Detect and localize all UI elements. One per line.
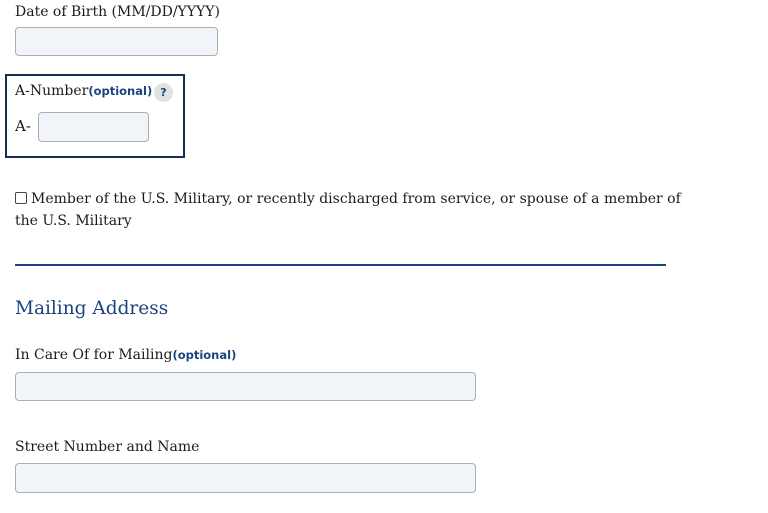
dob-input[interactable] <box>15 27 218 56</box>
a-number-label: A-Number(optional) <box>15 82 152 100</box>
a-number-input[interactable] <box>38 112 149 142</box>
in-care-of-label-text: In Care Of for Mailing <box>15 347 173 363</box>
in-care-of-input[interactable] <box>15 372 476 401</box>
mailing-address-heading: Mailing Address <box>15 298 169 319</box>
help-icon[interactable]: ? <box>154 83 173 102</box>
military-label-text: Member of the U.S. Military, or recently… <box>15 191 681 229</box>
a-number-prefix: A- <box>15 117 31 135</box>
street-input[interactable] <box>15 463 476 493</box>
in-care-of-optional-tag: (optional) <box>172 348 237 362</box>
military-label[interactable]: Member of the U.S. Military, or recently… <box>15 188 695 232</box>
in-care-of-label: In Care Of for Mailing(optional) <box>15 346 236 364</box>
a-number-label-text: A-Number <box>15 83 89 99</box>
dob-label-text: Date of Birth (MM/DD/YYYY) <box>15 4 220 20</box>
section-divider <box>15 264 666 266</box>
street-label-text: Street Number and Name <box>15 439 200 455</box>
dob-label: Date of Birth (MM/DD/YYYY) <box>15 3 220 21</box>
street-label: Street Number and Name <box>15 438 199 456</box>
a-number-optional-tag: (optional) <box>88 84 153 98</box>
help-icon-glyph: ? <box>160 86 167 99</box>
